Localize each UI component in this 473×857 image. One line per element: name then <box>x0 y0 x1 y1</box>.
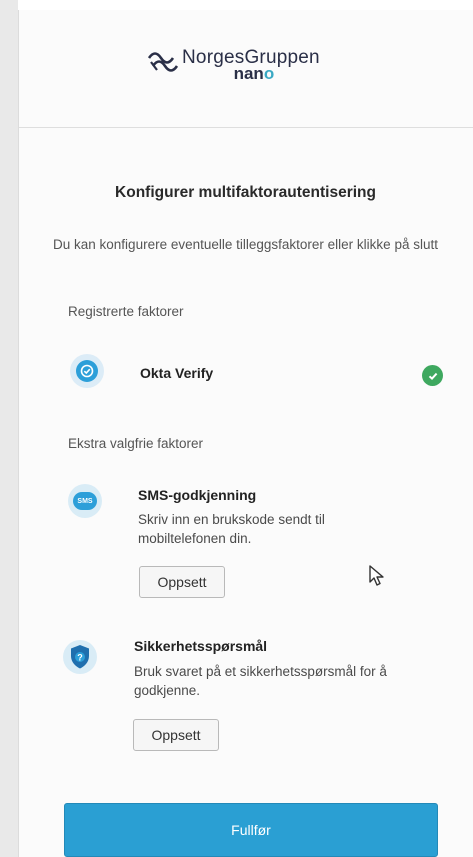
security-icon-text: ? <box>77 652 83 662</box>
sms-setup-button[interactable]: Oppsett <box>139 566 225 598</box>
okta-verify-icon <box>70 354 104 388</box>
brand-sub-prefix: nan <box>233 64 264 83</box>
security-question-icon: ? <box>63 640 97 674</box>
okta-verify-name: Okta Verify <box>140 365 214 381</box>
shield-icon: ? <box>71 645 89 669</box>
mouse-cursor-icon <box>369 565 384 586</box>
finish-button[interactable]: Fullfør <box>64 803 438 857</box>
brand-sub-suffix: o <box>263 64 275 83</box>
card-header: NorgesGruppen nano <box>19 10 473 128</box>
security-question-name: Sikkerhetsspørsmål <box>134 638 268 654</box>
okta-check-glyph-icon <box>80 364 94 378</box>
registered-factors-label: Registrerte faktorer <box>68 304 184 319</box>
auth-card: NorgesGruppen nano <box>18 10 473 857</box>
page-title: Konfigurer multifaktorautentisering <box>115 184 376 201</box>
security-question-description: Bruk svaret på et sikkerhetsspørsmål for… <box>134 664 387 698</box>
page-subtitle: Du kan konfigurere eventuelle tilleggsfa… <box>53 237 438 252</box>
check-icon <box>422 365 443 386</box>
sms-factor-description: Skriv inn en brukskode sendt til mobilte… <box>138 512 325 546</box>
security-question-setup-button[interactable]: Oppsett <box>133 719 219 751</box>
norgesgruppen-logo: NorgesGruppen nano <box>147 48 320 82</box>
sms-icon: SMS <box>68 484 102 518</box>
optional-factors-label: Ekstra valgfrie faktorer <box>68 436 204 451</box>
norgesgruppen-wave-icon <box>147 52 179 72</box>
left-background-strip <box>0 0 18 857</box>
sms-icon-text: SMS <box>77 497 93 505</box>
sms-factor-name: SMS-godkjenning <box>138 487 257 503</box>
